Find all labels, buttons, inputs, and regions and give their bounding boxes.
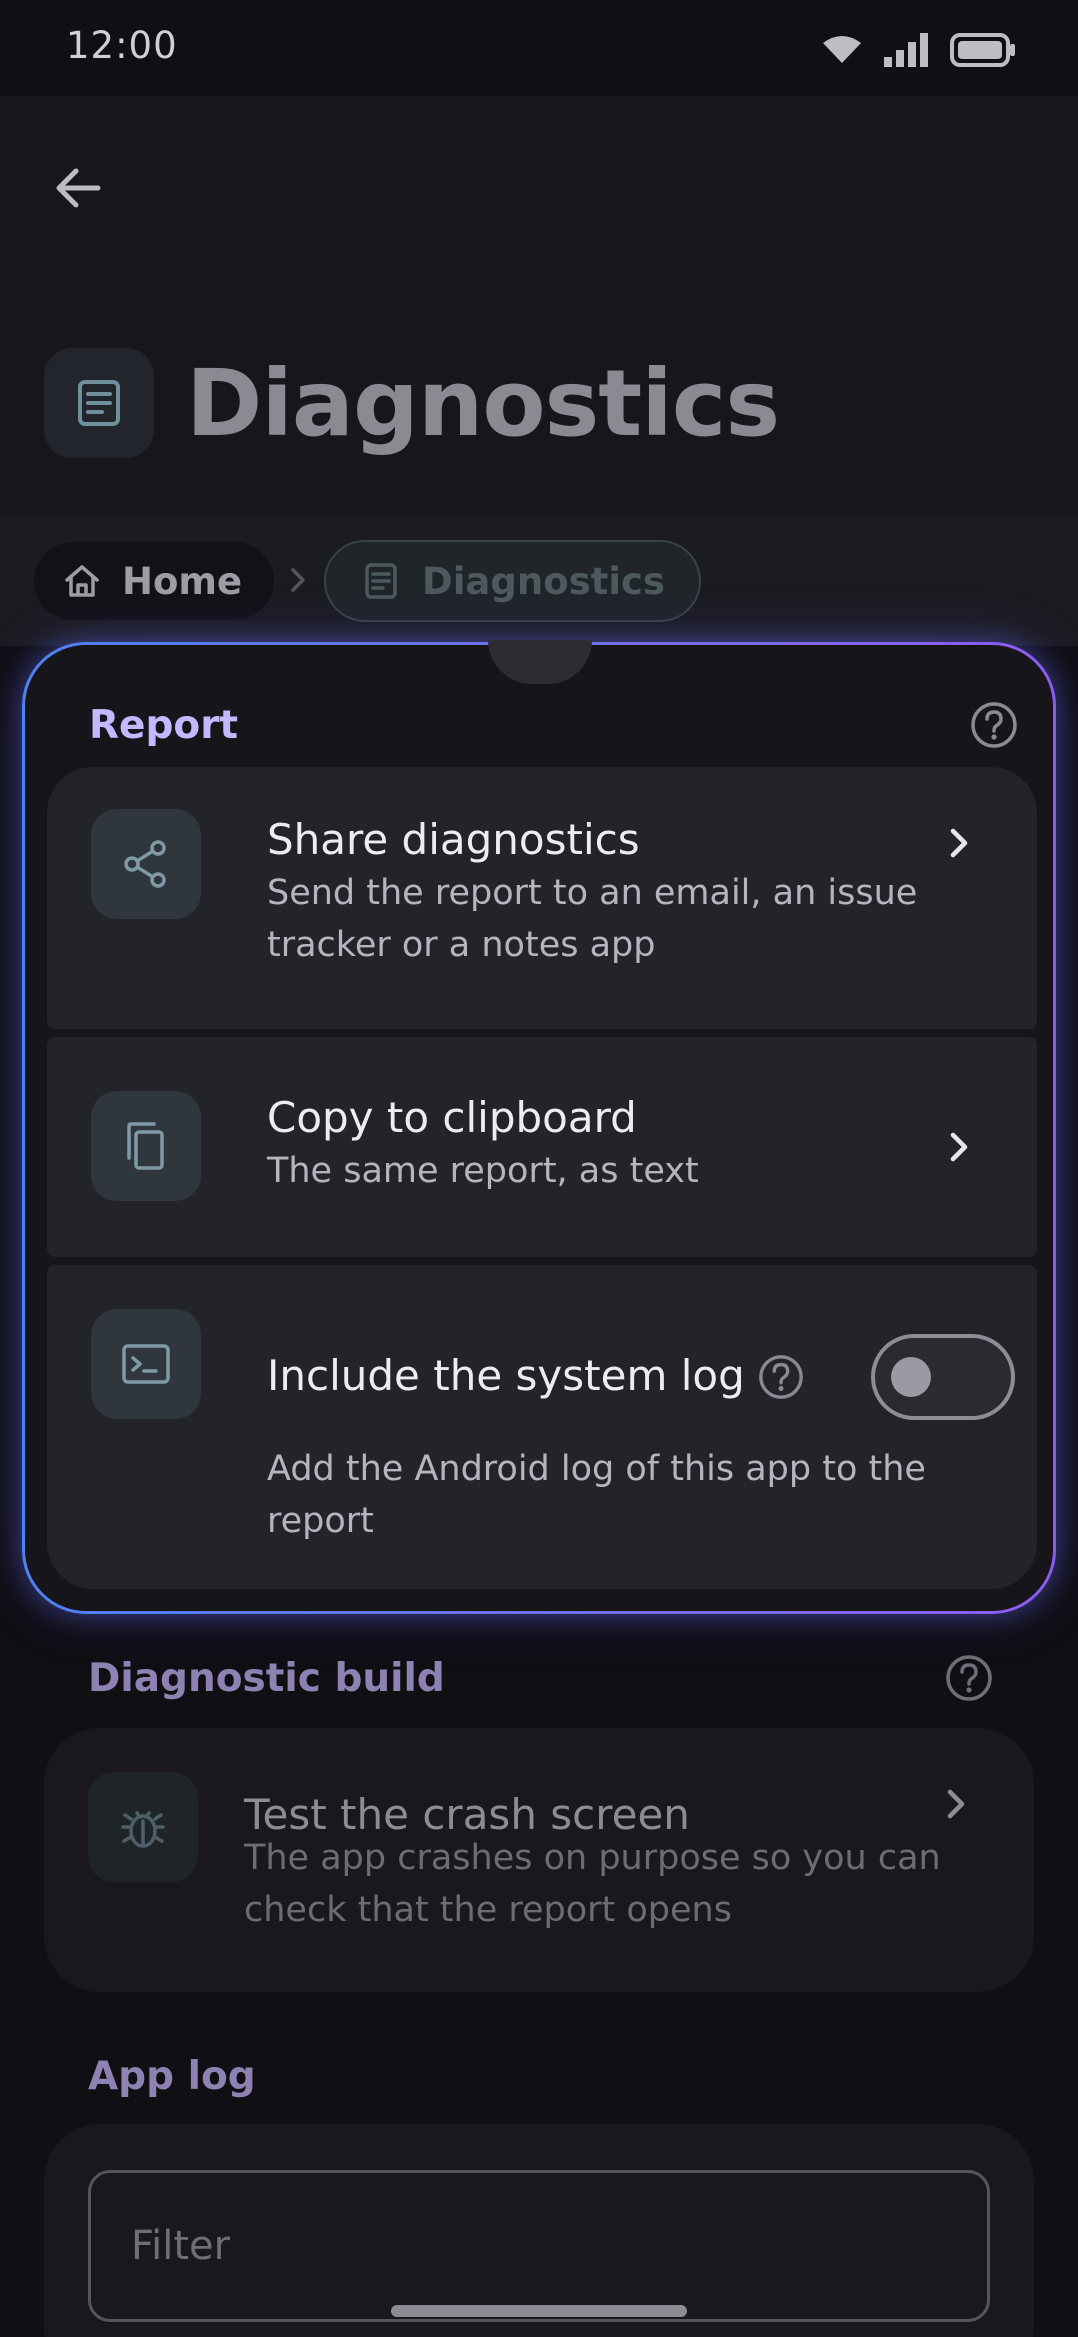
copy-to-clipboard-item[interactable]: Copy to clipboard The same report, as te… bbox=[47, 1037, 1037, 1257]
report-header: Report bbox=[89, 697, 1019, 753]
chevron-right-icon bbox=[947, 1789, 965, 1819]
breadcrumb: Home Diagnostics bbox=[0, 516, 1078, 646]
test-crash-screen-item[interactable]: Test the crash screen The app crashes on… bbox=[44, 1728, 1034, 1992]
include-system-log-item: Include the system log Add the Android l… bbox=[47, 1265, 1037, 1589]
chevron-right-icon bbox=[291, 568, 305, 592]
item-subtitle: Add the Android log of this app to the r… bbox=[267, 1449, 926, 1541]
toggle-knob bbox=[891, 1357, 931, 1397]
item-subtitle: Send the report to an email, an issue tr… bbox=[267, 873, 918, 965]
breadcrumb-current[interactable]: Diagnostics bbox=[324, 540, 701, 622]
breadcrumb-home[interactable]: Home bbox=[34, 542, 275, 620]
item-title: Copy to clipboard bbox=[267, 1093, 637, 1142]
wifi-icon bbox=[823, 36, 861, 63]
document-icon bbox=[365, 563, 397, 599]
item-subtitle: The same report, as text bbox=[267, 1151, 699, 1191]
breadcrumb-home-label: Home bbox=[122, 559, 243, 603]
report-section: Report Share diagnostics Send the report… bbox=[22, 642, 1056, 1614]
signal-icon bbox=[884, 33, 928, 67]
title-row: Diagnostics bbox=[44, 348, 780, 458]
battery-icon bbox=[950, 33, 1015, 67]
section-title-diagnostic-build: Diagnostic build bbox=[88, 1655, 445, 1701]
status-time: 12:00 bbox=[66, 24, 178, 67]
page-title: Diagnostics bbox=[186, 349, 780, 457]
section-title-app-log: App log bbox=[88, 2053, 256, 2099]
status-bar: 12:00 bbox=[0, 0, 1078, 96]
item-title: Share diagnostics bbox=[267, 815, 640, 864]
help-icon[interactable] bbox=[944, 1653, 994, 1703]
help-icon[interactable] bbox=[757, 1353, 805, 1401]
status-icons bbox=[822, 30, 1016, 70]
app-log-header: App log bbox=[88, 2048, 994, 2104]
system-log-toggle[interactable] bbox=[871, 1334, 1015, 1420]
item-title: Include the system log bbox=[267, 1351, 745, 1400]
chevron-right-icon bbox=[950, 828, 968, 858]
item-subtitle: The app crashes on purpose so you can ch… bbox=[244, 1838, 941, 1930]
share-diagnostics-item[interactable]: Share diagnostics Send the report to an … bbox=[47, 767, 1037, 1029]
gesture-nav-handle[interactable] bbox=[391, 2305, 687, 2317]
filter-input[interactable] bbox=[88, 2170, 990, 2322]
report-section-inner: Report Share diagnostics Send the report… bbox=[25, 645, 1053, 1611]
diagnostics-screen: 12:00 Diagnostics Home Diagnostics Repor… bbox=[0, 0, 1078, 2337]
chevron-right-icon bbox=[950, 1132, 968, 1162]
copy-icon bbox=[91, 1091, 201, 1201]
terminal-icon bbox=[91, 1309, 201, 1419]
back-button[interactable] bbox=[40, 150, 116, 226]
bug-icon bbox=[88, 1772, 198, 1882]
top-app-bar: Diagnostics bbox=[0, 96, 1078, 516]
breadcrumb-current-label: Diagnostics bbox=[422, 559, 665, 603]
arrow-back-icon bbox=[56, 168, 101, 208]
diagnostic-build-header: Diagnostic build bbox=[88, 1650, 994, 1706]
section-title-report: Report bbox=[89, 702, 239, 748]
document-icon bbox=[44, 348, 154, 458]
share-icon bbox=[91, 809, 201, 919]
help-icon[interactable] bbox=[969, 700, 1019, 750]
home-icon bbox=[65, 565, 99, 597]
